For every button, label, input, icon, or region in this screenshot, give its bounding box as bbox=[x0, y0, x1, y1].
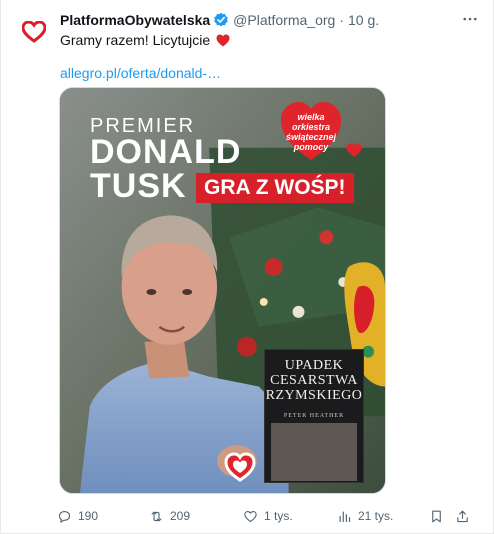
like-button[interactable]: 1 tys. bbox=[243, 506, 293, 526]
reply-icon bbox=[58, 510, 71, 523]
separator: · bbox=[339, 12, 344, 28]
retweet-icon bbox=[151, 511, 162, 521]
tweet-media-image[interactable]: PREMIER DONALD TUSK GRA Z WOŚP! wielka o… bbox=[59, 87, 386, 494]
tweet-card[interactable]: PlatformaObywatelska @Platforma_org · 10… bbox=[0, 0, 494, 534]
offer-link[interactable]: allegro.pl/oferta/donald-… bbox=[60, 64, 221, 82]
small-heart-icon bbox=[346, 143, 362, 157]
handle[interactable]: @Platforma_org bbox=[233, 12, 335, 28]
media-donald-text: DONALD bbox=[90, 133, 242, 171]
like-icon bbox=[244, 510, 257, 522]
wosp-line1: wielka orkiestra bbox=[291, 112, 331, 132]
red-heart-emoji-icon bbox=[216, 34, 230, 47]
tweet-text-content: Gramy razem! Licytujcie bbox=[60, 32, 211, 48]
retweet-button[interactable]: 209 bbox=[149, 506, 190, 526]
share-button[interactable] bbox=[455, 506, 470, 526]
book-author: PETER HEATHER bbox=[283, 413, 345, 419]
wosp-line3: pomocy bbox=[293, 142, 329, 152]
book-title: UPADEK CESARSTWA RZYMSKIEGO bbox=[265, 358, 363, 403]
like-count: 1 tys. bbox=[264, 509, 293, 523]
more-icon[interactable] bbox=[460, 9, 480, 29]
display-name[interactable]: PlatformaObywatelska bbox=[60, 12, 210, 28]
book-cover: UPADEK CESARSTWA RZYMSKIEGO PETER HEATHE… bbox=[264, 349, 364, 483]
verified-badge-icon bbox=[214, 12, 228, 27]
tweet-text: Gramy razem! Licytujcie bbox=[60, 31, 230, 49]
share-icon bbox=[457, 510, 468, 522]
book-line2: CESARSTWA bbox=[270, 373, 358, 388]
heart-logo-icon bbox=[22, 21, 46, 43]
views-button[interactable]: 21 tys. bbox=[337, 506, 393, 526]
media-tusk-text: TUSK bbox=[90, 167, 187, 205]
action-bar: 190 209 1 tys. 21 tys. bbox=[57, 506, 471, 526]
reply-button[interactable]: 190 bbox=[57, 506, 98, 526]
book-artwork bbox=[271, 423, 357, 481]
media-gra-banner: GRA Z WOŚP! bbox=[196, 173, 354, 203]
more-dots-icon bbox=[463, 17, 477, 21]
views-icon bbox=[339, 511, 351, 522]
book-line3: RZYMSKIEGO bbox=[265, 388, 363, 403]
bookmark-icon bbox=[432, 510, 441, 522]
timestamp[interactable]: 10 g. bbox=[348, 12, 379, 28]
bookmark-button[interactable] bbox=[429, 506, 444, 526]
book-line1: UPADEK bbox=[284, 358, 344, 373]
wosp-line2: świątecznej bbox=[285, 132, 337, 142]
retweet-count: 209 bbox=[170, 509, 191, 523]
wosp-heart-outline-icon bbox=[224, 452, 256, 482]
wosp-logo-text: wielka orkiestra świątecznej pomocy bbox=[282, 112, 340, 152]
tweet-header: PlatformaObywatelska @Platforma_org · 10… bbox=[60, 10, 480, 30]
views-count: 21 tys. bbox=[358, 509, 394, 523]
reply-count: 190 bbox=[78, 509, 99, 523]
avatar[interactable] bbox=[14, 12, 54, 52]
